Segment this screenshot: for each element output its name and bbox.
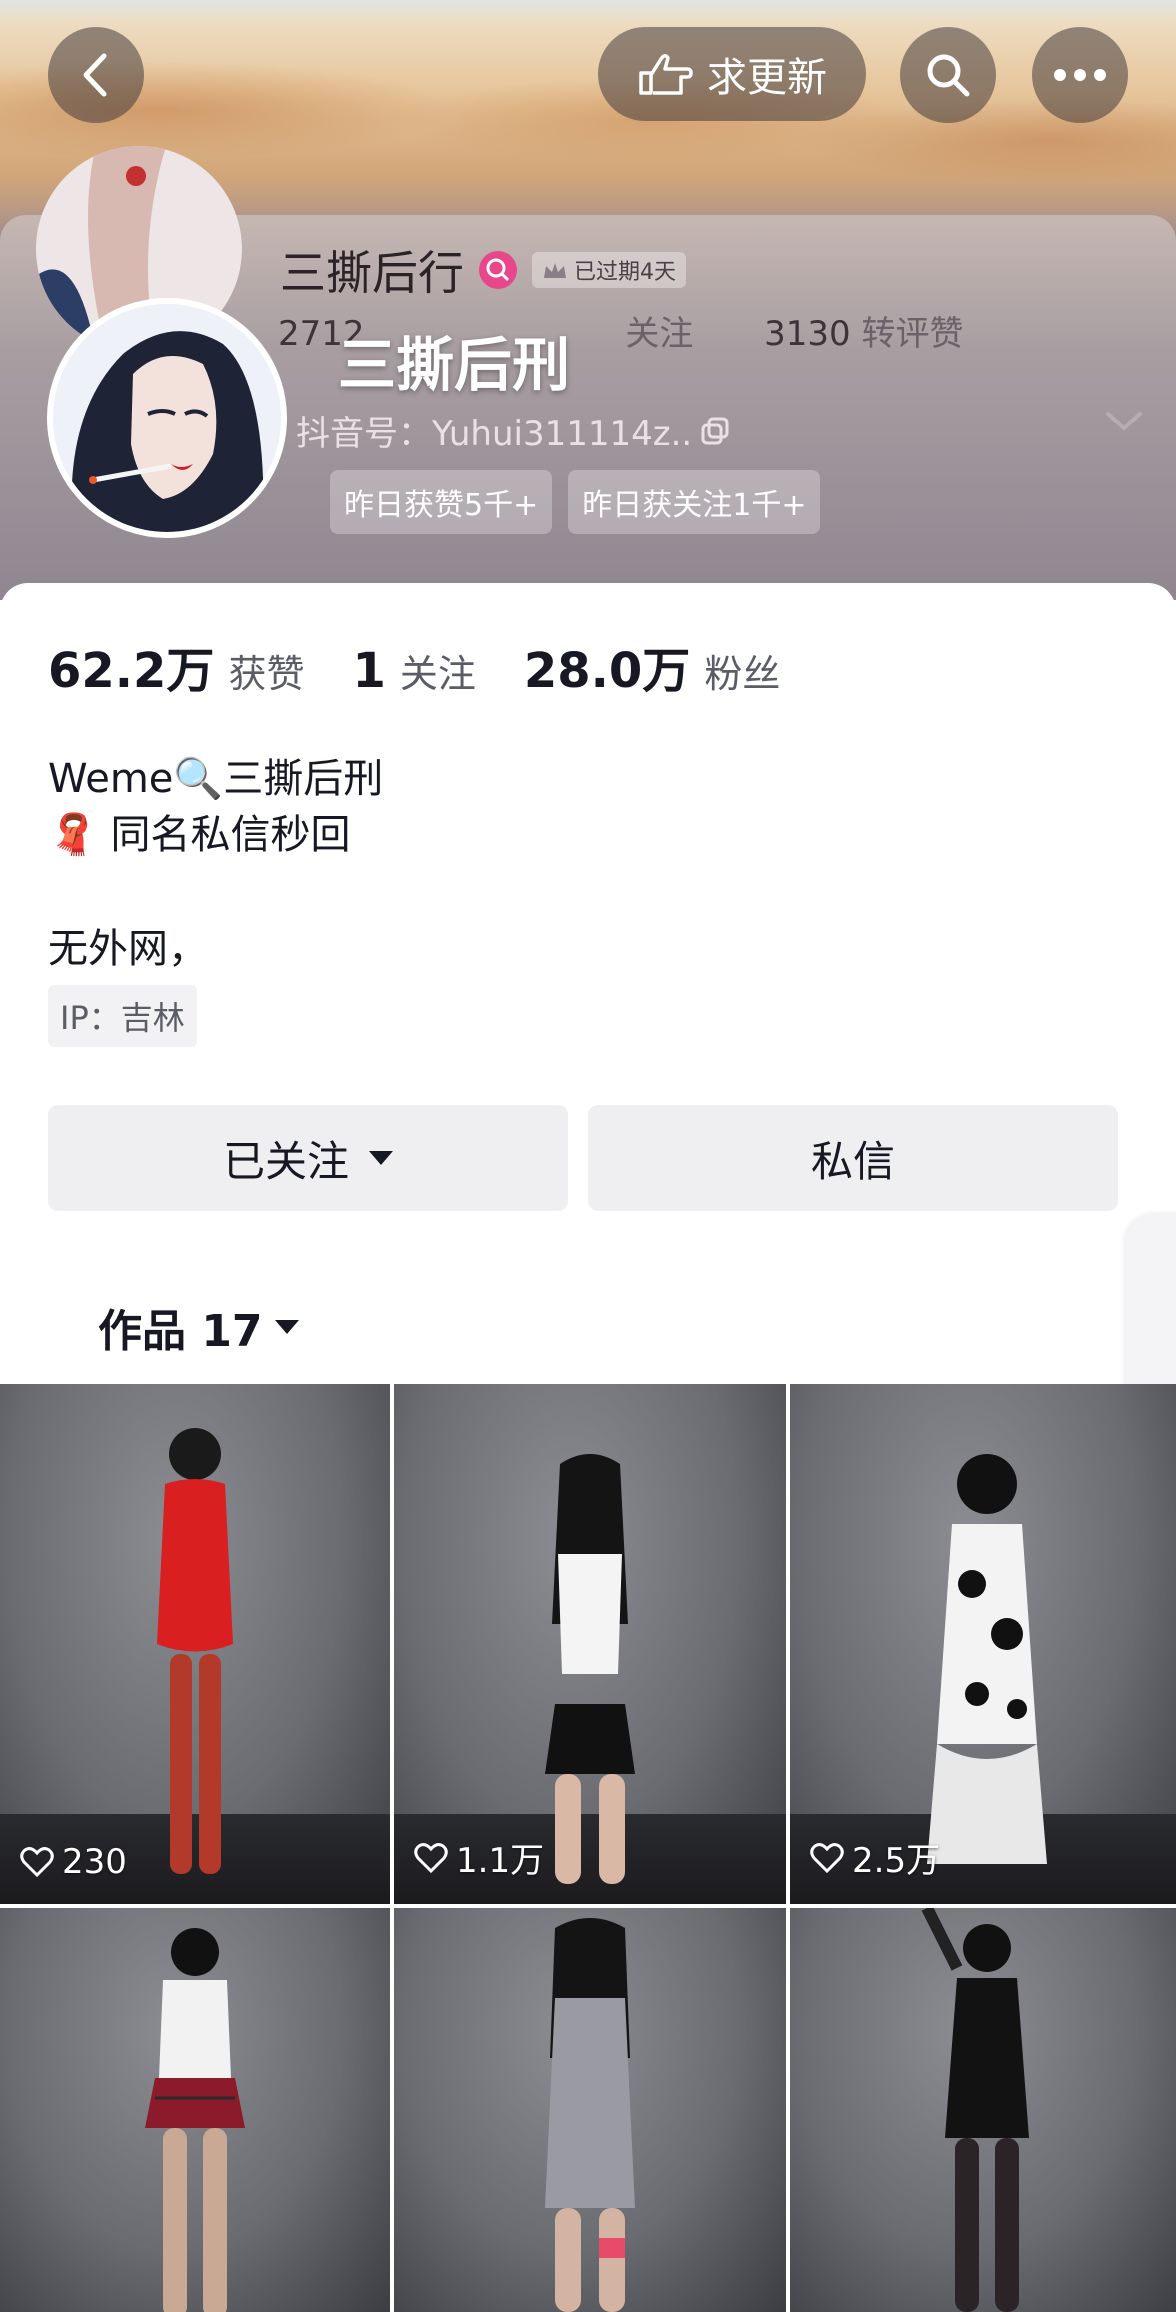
video-image xyxy=(921,1908,1029,2312)
copy-icon[interactable] xyxy=(700,416,730,446)
heart-icon xyxy=(414,1842,448,1873)
like-count: 230 xyxy=(20,1842,127,1882)
avatar[interactable] xyxy=(47,298,287,538)
bio-line-3: 无外网， xyxy=(48,926,208,972)
video-image xyxy=(927,1454,1047,1864)
avatar-illustration xyxy=(53,304,281,532)
heart-icon xyxy=(20,1847,54,1877)
following-count[interactable]: 1 xyxy=(352,643,385,699)
douyin-id[interactable]: 抖音号：Yuhui311114z.. xyxy=(296,406,730,455)
ip-location-tag: IP：吉林 xyxy=(48,985,197,1047)
tab-works[interactable]: 作品 17 xyxy=(98,1295,299,1359)
profile-stats: 62.2万 获赞 1 关注 28.0万 粉丝 xyxy=(48,631,814,701)
verified-search-icon xyxy=(479,251,517,289)
bio-line-2: 🧣 同名私信秒回 xyxy=(48,812,351,858)
video-thumbnail[interactable] xyxy=(394,1908,786,2312)
fans-count[interactable]: 28.0万 xyxy=(524,631,690,701)
caret-down-icon xyxy=(369,1151,393,1165)
badge-likes-yesterday: 昨日获赞5千+ xyxy=(330,470,553,534)
chevron-left-icon xyxy=(83,53,107,97)
following-button-label: 已关注 xyxy=(222,1136,349,1186)
badge-follow-yesterday: 昨日获关注1千+ xyxy=(568,470,821,534)
search-button[interactable] xyxy=(900,27,996,123)
overlay-title: 三撕后刑 xyxy=(338,331,571,399)
request-update-button[interactable]: 求更新 xyxy=(598,27,866,121)
video-thumbnail[interactable]: 230 xyxy=(0,1384,390,1904)
like-count: 2.5万 xyxy=(810,1833,940,1882)
video-thumbnail[interactable]: 1.1万 xyxy=(394,1384,786,1904)
search-icon xyxy=(927,54,970,97)
crown-icon xyxy=(544,263,566,278)
video-image xyxy=(157,1428,233,1874)
video-thumbnail[interactable]: 2.5万 xyxy=(790,1384,1176,1904)
achievement-badges: 昨日获赞5千+ 昨日获关注1千+ xyxy=(330,470,821,534)
message-button-label: 私信 xyxy=(810,1136,895,1186)
video-thumbnail[interactable] xyxy=(790,1908,1176,2312)
profile-bio: Weme🔍三撕后刑 🧣 同名私信秒回 无外网， xyxy=(48,751,383,977)
tab-works-label: 作品 17 xyxy=(98,1306,263,1357)
profile-name: 三撕后行 xyxy=(280,246,464,300)
back-button[interactable] xyxy=(48,27,144,123)
more-button[interactable] xyxy=(1032,27,1128,123)
video-grid: 230 1.1万 2.5万 xyxy=(0,1384,1176,2312)
profile-name-row: 三撕后行 已过期4天 xyxy=(280,237,686,303)
hand-point-icon xyxy=(639,54,693,95)
bio-line-1: Weme🔍三撕后刑 xyxy=(48,756,384,802)
fans-label[interactable]: 粉丝 xyxy=(704,643,780,698)
likes-label: 获赞 xyxy=(228,652,305,696)
message-button[interactable]: 私信 xyxy=(588,1105,1118,1211)
following-label[interactable]: 关注 xyxy=(400,643,476,698)
video-image xyxy=(545,1918,635,2312)
following-button[interactable]: 已关注 xyxy=(48,1105,568,1211)
expired-badge: 已过期4天 xyxy=(532,252,686,288)
more-dots-icon xyxy=(1054,69,1106,81)
video-image xyxy=(545,1454,635,1884)
like-count: 1.1万 xyxy=(414,1833,544,1882)
video-thumbnail[interactable] xyxy=(0,1908,390,2312)
request-update-label: 求更新 xyxy=(707,55,827,101)
likes-count: 62.2万 xyxy=(48,643,215,699)
video-image xyxy=(145,1928,245,2312)
heart-icon xyxy=(810,1842,844,1873)
chevron-down-icon[interactable] xyxy=(1104,410,1144,434)
caret-down-icon xyxy=(274,1320,299,1334)
